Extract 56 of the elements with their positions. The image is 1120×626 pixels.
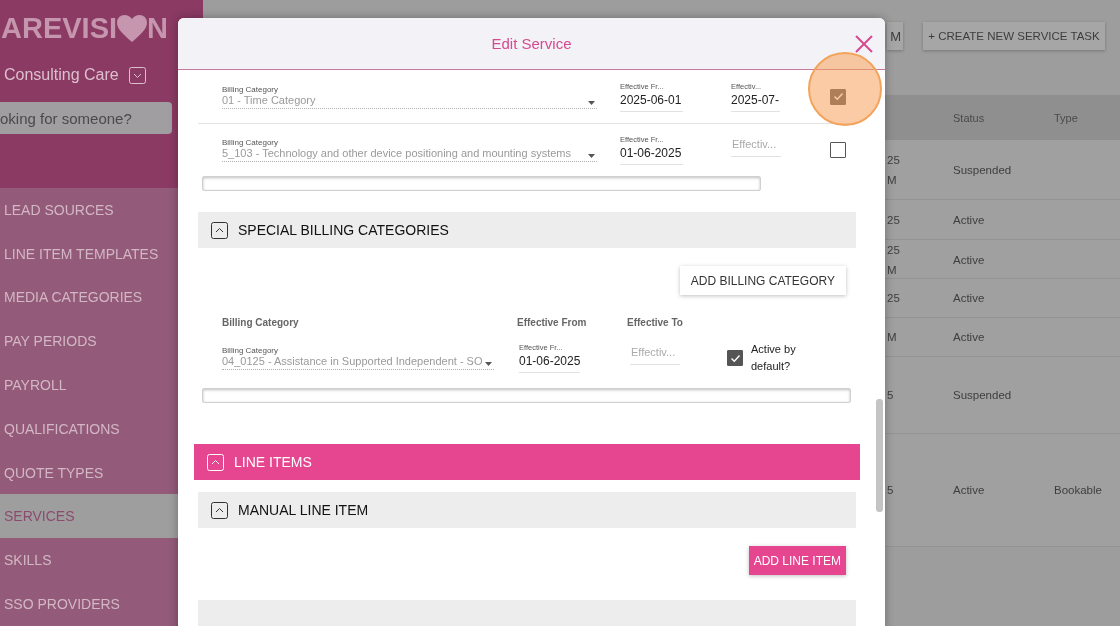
logo-text: N	[147, 11, 168, 45]
search-field[interactable]: oking for someone?	[0, 102, 172, 134]
collapse-icon[interactable]	[211, 501, 228, 519]
table-cell-text: 25	[887, 152, 901, 168]
effective-to-field[interactable]: Effectiv...	[630, 345, 680, 365]
table-cell-text: M	[887, 263, 898, 278]
checkbox-label: Active by default?	[751, 342, 797, 374]
add-billing-category-button[interactable]: ADD BILLING CATEGORY	[679, 266, 846, 295]
section-header[interactable]: MANUAL LINE ITEM	[198, 492, 856, 528]
billing-category-select[interactable]: Billing Category 01 - Time Category	[222, 84, 597, 109]
check-icon	[832, 91, 844, 102]
column-header: Status	[953, 111, 986, 124]
heart-icon	[117, 14, 148, 42]
scrollbar[interactable]	[202, 176, 761, 191]
effective-to-field[interactable]: Effectiv...	[731, 137, 781, 157]
table-cell-text: 5	[887, 388, 895, 403]
table-cell-text: 5	[887, 483, 895, 498]
caret-icon	[588, 100, 595, 105]
table-cell-text: 25	[887, 291, 901, 306]
organization-name: Consulting Care	[4, 66, 119, 84]
close-icon[interactable]	[855, 35, 873, 53]
scrollbar[interactable]	[876, 399, 883, 512]
column-header: Effective To	[627, 317, 684, 328]
table-cell-text: 25	[887, 243, 901, 258]
checkbox[interactable]	[830, 142, 846, 158]
section-header[interactable]: SPECIAL BILLING CATEGORIES	[198, 212, 856, 248]
table-cell-text: Bookable	[1054, 484, 1103, 496]
dialog-title: Edit Service	[491, 35, 572, 52]
collapse-icon[interactable]	[211, 221, 228, 239]
create-task-button[interactable]: + CREATE NEW SERVICE TASK	[923, 22, 1105, 50]
check-icon	[729, 352, 741, 364]
caret-icon	[485, 362, 492, 366]
column-header: Effective From	[517, 317, 588, 328]
table-cell-text: M	[887, 330, 898, 345]
table-cell-text: Active	[953, 292, 986, 304]
table-cell-text: Suspended	[953, 163, 1013, 176]
table-cell-text: Active	[953, 213, 986, 226]
billing-category-select[interactable]: Billing Category 04_0125 - Assistance in Supported Independent - SO	[222, 346, 494, 370]
billing-category-select[interactable]: Billing Category 5_103 - Technology and other device positioning and mounting systems	[222, 138, 597, 162]
caret-icon	[588, 154, 595, 158]
add-line-item-button[interactable]: ADD LINE ITEM	[748, 546, 846, 575]
table-cell-text: Active	[953, 254, 986, 266]
column-header: Type	[1054, 111, 1079, 124]
table-cell-text: Active	[953, 484, 986, 496]
scrollbar[interactable]	[202, 388, 851, 403]
table-cell-text: Suspended	[953, 389, 1013, 401]
table-cell-text: 25	[887, 212, 901, 228]
dropdown-icon[interactable]	[128, 66, 146, 84]
table-cell-text: M	[887, 172, 898, 188]
toolbar-button[interactable]: M	[887, 22, 903, 50]
logo-text: AREVISI	[1, 11, 118, 45]
checkbox[interactable]	[727, 350, 743, 366]
checkbox[interactable]	[830, 88, 846, 105]
section-header[interactable]: LINE ITEMS	[194, 444, 860, 480]
table-cell-text: Active	[953, 331, 986, 343]
column-header: Billing Category	[222, 317, 300, 328]
